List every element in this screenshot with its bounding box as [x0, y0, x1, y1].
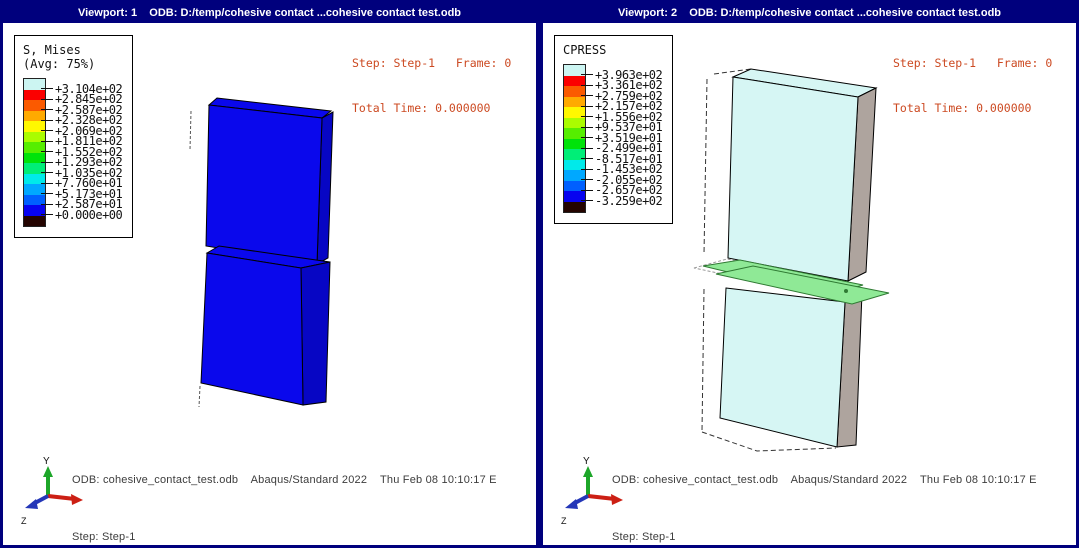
abaqus-dual-viewport-window: Viewport: 1 ODB: D:/temp/cohesive contac… [0, 0, 1079, 548]
legend-tick [581, 169, 593, 170]
odb-info-line: ODB: cohesive_contact_test.odb Abaqus/St… [72, 474, 497, 486]
total-time-line: Total Time: 0.000000 [893, 101, 1052, 116]
viewport-1-canvas[interactable]: S, Mises (Avg: 75%) +3.104e+02+2.845e+02… [3, 23, 536, 545]
triad-z-label: Z [561, 516, 567, 526]
step-frame-readout: Step: Step-1 Frame: 0 Total Time: 0.0000… [893, 26, 1052, 146]
triad-y-label: Y [583, 456, 590, 467]
legend-tick [41, 88, 53, 89]
total-time-line: Total Time: 0.000000 [352, 101, 511, 116]
contact-surface-vertex [844, 289, 848, 293]
hidden-edge-line [702, 289, 704, 431]
legend-tick [581, 148, 593, 149]
x-axis-arrow [588, 496, 615, 499]
legend-tick [41, 99, 53, 100]
legend-tick [581, 116, 593, 117]
viewport-1: Viewport: 1 ODB: D:/temp/cohesive contac… [0, 0, 539, 548]
legend-tick [41, 141, 53, 142]
lower-block-front-face [201, 253, 303, 405]
step-line: Step: Step-1 Frame: 0 [352, 56, 511, 71]
legend-tick [581, 179, 593, 180]
legend-tick [41, 120, 53, 121]
y-axis-arrowhead [583, 466, 593, 477]
legend-tick [581, 106, 593, 107]
legend-tick [581, 95, 593, 96]
legend-value-column: +3.963e+02+3.361e+02+2.759e+02+2.157e+02… [586, 64, 668, 211]
upper-block-front-face [728, 77, 858, 281]
legend-value: -3.259e+02 [595, 194, 662, 208]
viewport-2-titlebar[interactable]: Viewport: 2 ODB: D:/temp/cohesive contac… [543, 3, 1076, 23]
legend-tick [581, 127, 593, 128]
hidden-edge-line [199, 386, 200, 407]
viewport-2: Viewport: 2 ODB: D:/temp/cohesive contac… [540, 0, 1079, 548]
legend-tick [41, 172, 53, 173]
legend-tick [41, 162, 53, 163]
step-frame-readout: Step: Step-1 Frame: 0 Total Time: 0.0000… [352, 26, 511, 146]
viewport-2-title: Viewport: 2 ODB: D:/temp/cohesive contac… [618, 7, 1001, 19]
z-axis-arrowhead [565, 499, 578, 509]
legend-tick [581, 137, 593, 138]
contour-legend-cpress[interactable]: CPRESS +3.963e+02+3.361e+02+2.759e+02+2.… [554, 35, 673, 224]
legend-value: +0.000e+00 [55, 208, 122, 222]
legend-tick [41, 183, 53, 184]
annotation-step-line: Step: Step-1 [72, 531, 497, 543]
triad-z-label: Z [21, 516, 27, 526]
legend-body: +3.963e+02+3.361e+02+2.759e+02+2.157e+02… [563, 64, 668, 213]
x-axis-arrow [48, 496, 75, 499]
viewport-1-titlebar[interactable]: Viewport: 1 ODB: D:/temp/cohesive contac… [3, 3, 536, 23]
legend-tick [581, 158, 593, 159]
legend-title: CPRESS [563, 43, 668, 57]
legend-tick [41, 109, 53, 110]
legend-subtitle: (Avg: 75%) [23, 57, 128, 71]
legend-tick [41, 130, 53, 131]
z-axis-arrowhead [25, 499, 38, 509]
legend-tick [581, 74, 593, 75]
lower-block-side-face [301, 262, 330, 405]
viewport-2-canvas[interactable]: CPRESS +3.963e+02+3.361e+02+2.759e+02+2.… [543, 23, 1076, 545]
legend-tick [41, 204, 53, 205]
hidden-edge-line [704, 79, 707, 254]
lower-block-front-face [720, 288, 845, 447]
upper-block-front-face [206, 105, 322, 264]
triad-y-label: Y [43, 456, 50, 467]
state-annotation-block: ODB: cohesive_contact_test.odb Abaqus/St… [612, 449, 1037, 545]
legend-value-column: +3.104e+02+2.845e+02+2.587e+02+2.328e+02… [46, 78, 128, 225]
legend-tick [581, 85, 593, 86]
annotation-step-line: Step: Step-1 [612, 531, 1037, 543]
legend-tick [581, 190, 593, 191]
y-axis-arrowhead [43, 466, 53, 477]
legend-tick [41, 151, 53, 152]
legend-tick [41, 193, 53, 194]
state-annotation-block: ODB: cohesive_contact_test.odb Abaqus/St… [72, 449, 497, 545]
viewport-1-title: Viewport: 1 ODB: D:/temp/cohesive contac… [78, 7, 461, 19]
hidden-edge-line [190, 111, 191, 150]
step-line: Step: Step-1 Frame: 0 [893, 56, 1052, 71]
legend-tick [41, 214, 53, 215]
odb-info-line: ODB: cohesive_contact_test.odb Abaqus/St… [612, 474, 1037, 486]
legend-tick [581, 200, 593, 201]
legend-title: S, Mises [23, 43, 128, 57]
contour-legend-mises[interactable]: S, Mises (Avg: 75%) +3.104e+02+2.845e+02… [14, 35, 133, 238]
legend-body: +3.104e+02+2.845e+02+2.587e+02+2.328e+02… [23, 78, 128, 227]
